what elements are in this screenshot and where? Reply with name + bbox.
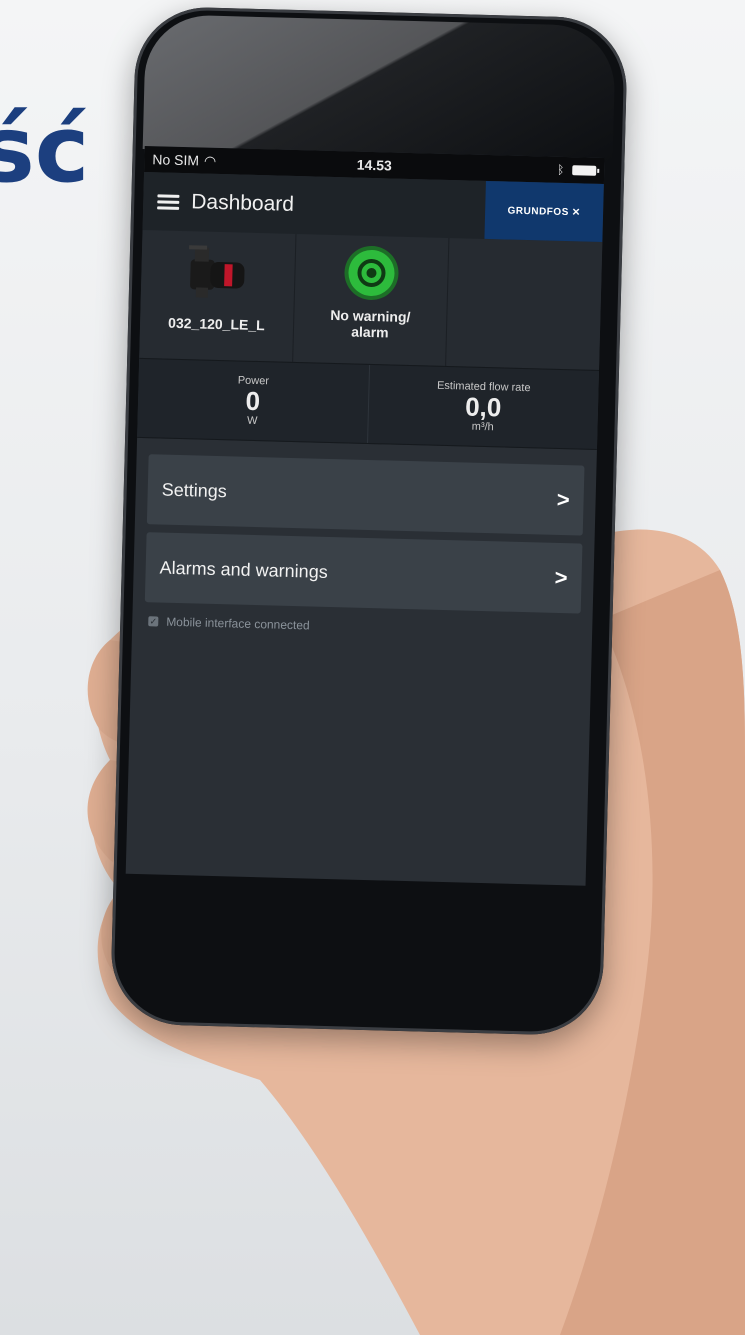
phone-frame: No SIM ◠ 14.53 ᛒ Dashboard GRUNDFOS ✕ 03… (109, 5, 629, 1037)
reading-value: 0 (245, 385, 261, 417)
reading-unit: W (246, 414, 258, 428)
reading-power: Power 0 W (137, 358, 370, 443)
menu-item-label: Alarms and warnings (159, 557, 329, 582)
menu-item-settings[interactable]: Settings > (146, 454, 585, 536)
connection-status: ✓ Mobile interface connected (132, 610, 592, 644)
pump-icon (189, 245, 245, 298)
battery-icon (572, 165, 597, 176)
grundfos-logo: GRUNDFOS ✕ (484, 180, 604, 243)
connection-label: Mobile interface connected (166, 614, 310, 633)
tile-status[interactable]: No warning/ alarm (292, 233, 450, 366)
tile-empty (446, 238, 602, 370)
reading-value: 0,0 (464, 391, 502, 423)
app-bar: Dashboard GRUNDFOS ✕ (142, 171, 604, 243)
app-screen: No SIM ◠ 14.53 ᛒ Dashboard GRUNDFOS ✕ 03… (125, 146, 605, 886)
reading-flow: Estimated flow rate 0,0 m³/h (368, 365, 599, 449)
chevron-right-icon: > (554, 564, 568, 591)
status-label: No warning/ alarm (330, 306, 411, 341)
reading-unit: m³/h (471, 420, 494, 434)
device-tiles: 032_120_LE_L No warning/ alarm (139, 229, 603, 370)
connection-checkbox[interactable]: ✓ (148, 616, 159, 627)
menu-item-label: Settings (161, 479, 228, 501)
menu-item-alarms[interactable]: Alarms and warnings > (144, 532, 583, 614)
chevron-right-icon: > (556, 486, 570, 513)
page-title: Dashboard (190, 190, 295, 216)
hamburger-menu-icon[interactable] (157, 191, 180, 213)
pump-name: 032_120_LE_L (167, 314, 265, 334)
menu-list: Settings > Alarms and warnings > (133, 438, 597, 614)
screen-glare (142, 13, 617, 162)
readings-bar: Power 0 W Estimated flow rate 0,0 m³/h (137, 357, 600, 450)
tile-pump[interactable]: 032_120_LE_L (139, 229, 297, 362)
status-ok-icon (347, 249, 396, 297)
